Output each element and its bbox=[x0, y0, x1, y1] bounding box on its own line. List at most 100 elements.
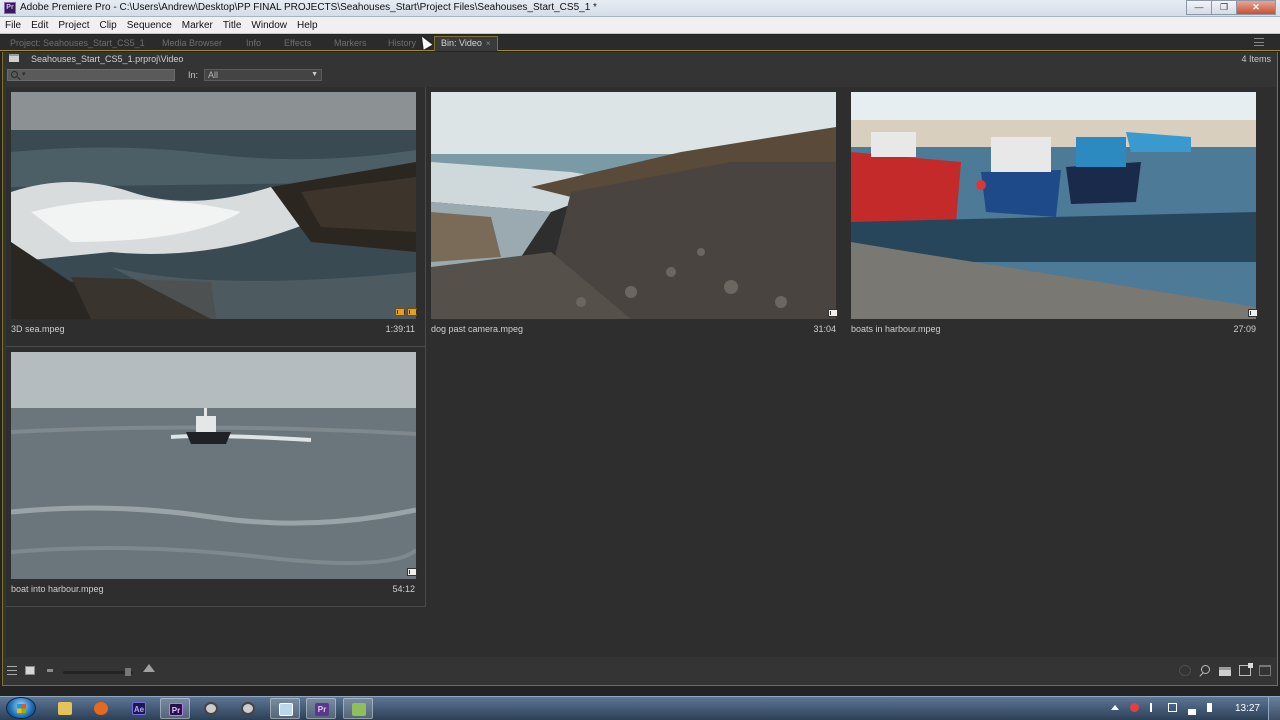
menu-help[interactable]: Help bbox=[292, 17, 323, 34]
menu-title[interactable]: Title bbox=[218, 17, 247, 34]
new-bin-icon[interactable] bbox=[1219, 667, 1231, 676]
menu-sequence[interactable]: Sequence bbox=[122, 17, 177, 34]
tab-media-browser[interactable]: Media Browser bbox=[162, 37, 222, 51]
bin-actions bbox=[1179, 663, 1271, 676]
taskbar-firefox[interactable] bbox=[86, 698, 116, 719]
tab-project[interactable]: Project: Seahouses_Start_CS5_1 bbox=[10, 37, 145, 51]
taskbar-clock[interactable]: 13:27 bbox=[1235, 703, 1260, 714]
in-label: In: bbox=[188, 70, 199, 80]
security-alert-icon[interactable] bbox=[1130, 703, 1139, 712]
menu-project[interactable]: Project bbox=[53, 17, 94, 34]
explorer-icon bbox=[58, 702, 72, 715]
show-hidden-icons-icon[interactable] bbox=[1111, 705, 1119, 710]
chevron-down-icon: ▼ bbox=[311, 71, 318, 78]
device-icon[interactable] bbox=[1168, 703, 1177, 712]
taskbar-window[interactable] bbox=[270, 698, 300, 719]
window-title-bar: Pr Adobe Premiere Pro - C:\Users\Andrew\… bbox=[0, 0, 1280, 17]
zoom-out-icon[interactable] bbox=[47, 669, 53, 672]
clip-duration: 1:39:11 bbox=[385, 324, 415, 334]
clip-thumbnail[interactable] bbox=[431, 92, 836, 319]
audio-clip-icon bbox=[395, 308, 405, 316]
zoom-in-icon[interactable] bbox=[143, 664, 155, 672]
taskbar-premiere-pro-2[interactable]: Pr bbox=[306, 698, 336, 719]
taskbar-chrome-1[interactable] bbox=[196, 698, 226, 719]
search-row: ▾ In: All ▼ bbox=[3, 68, 1277, 82]
search-dropdown-icon[interactable]: ▾ bbox=[22, 70, 26, 78]
automate-to-sequence-icon[interactable] bbox=[1179, 665, 1191, 676]
clip-tile[interactable]: dog past camera.mpeg 31:04 bbox=[426, 87, 846, 347]
clip-tile[interactable]: boat into harbour.mpeg 54:12 bbox=[6, 347, 426, 607]
volume-icon[interactable] bbox=[1207, 703, 1212, 712]
tab-bin-video[interactable]: Bin: Video × bbox=[434, 36, 498, 51]
action-center-flag-icon[interactable] bbox=[1150, 703, 1159, 712]
premiere-pro-icon: Pr bbox=[169, 703, 183, 716]
menu-file[interactable]: File bbox=[0, 17, 26, 34]
panel-tab-bar: Project: Seahouses_Start_CS5_1 Media Bro… bbox=[0, 35, 1280, 51]
after-effects-icon: Ae bbox=[132, 702, 146, 715]
bin-bottom-toolbar bbox=[3, 660, 1277, 684]
clip-grid: 3D sea.mpeg 1:39:11 dog past camera.mpeg… bbox=[6, 87, 1276, 657]
video-clip-icon bbox=[828, 309, 838, 317]
menu-marker[interactable]: Marker bbox=[177, 17, 218, 34]
chrome-icon-2 bbox=[241, 702, 255, 715]
menu-edit[interactable]: Edit bbox=[26, 17, 53, 34]
premiere-pro-icon-2: Pr bbox=[315, 703, 329, 716]
taskbar-toolbox[interactable] bbox=[343, 698, 373, 719]
taskbar-chrome-2[interactable] bbox=[233, 698, 263, 719]
chrome-icon-1 bbox=[204, 702, 218, 715]
search-input[interactable]: ▾ bbox=[7, 69, 175, 81]
tab-info[interactable]: Info bbox=[246, 37, 261, 51]
video-clip-icon bbox=[407, 308, 417, 316]
menu-window[interactable]: Window bbox=[246, 17, 292, 34]
in-filter-select[interactable]: All ▼ bbox=[204, 69, 322, 81]
tab-effects[interactable]: Effects bbox=[284, 37, 311, 51]
bin-path: Seahouses_Start_CS5_1.prproj\Video bbox=[31, 54, 184, 64]
trash-icon[interactable] bbox=[1259, 665, 1271, 676]
taskbar-premiere-pro[interactable]: Pr bbox=[160, 698, 190, 719]
network-icon[interactable] bbox=[1188, 709, 1196, 715]
list-view-icon[interactable] bbox=[7, 666, 17, 675]
video-clip-icon bbox=[407, 568, 417, 576]
bin-icon bbox=[9, 54, 19, 62]
toolbox-icon bbox=[352, 703, 366, 716]
bin-path-bar: Seahouses_Start_CS5_1.prproj\Video 4 Ite… bbox=[3, 52, 1277, 66]
tab-markers[interactable]: Markers bbox=[334, 37, 367, 51]
clip-tile[interactable]: 3D sea.mpeg 1:39:11 bbox=[6, 87, 426, 347]
minimize-button[interactable]: — bbox=[1186, 0, 1212, 15]
windows-taskbar: Ae Pr Pr 13:27 bbox=[0, 696, 1280, 720]
maximize-button[interactable]: ❐ bbox=[1211, 0, 1237, 15]
clip-duration: 27:09 bbox=[1233, 324, 1256, 334]
tab-history[interactable]: History bbox=[388, 37, 416, 51]
item-count: 4 Items bbox=[1241, 54, 1271, 64]
clip-tile[interactable]: boats in harbour.mpeg 27:09 bbox=[846, 87, 1266, 347]
clip-name: boats in harbour.mpeg bbox=[851, 324, 941, 334]
tab-bin-video-label: Bin: Video bbox=[441, 38, 482, 48]
in-filter-value: All bbox=[208, 70, 219, 80]
window-title: Adobe Premiere Pro - C:\Users\Andrew\Des… bbox=[20, 2, 597, 13]
find-icon[interactable] bbox=[1199, 665, 1211, 676]
new-item-icon[interactable] bbox=[1239, 663, 1253, 676]
window-icon bbox=[279, 703, 293, 716]
clip-name: boat into harbour.mpeg bbox=[11, 584, 104, 594]
clip-name: 3D sea.mpeg bbox=[11, 324, 65, 334]
show-desktop-button[interactable] bbox=[1268, 697, 1280, 720]
taskbar-after-effects[interactable]: Ae bbox=[124, 698, 154, 719]
menu-clip[interactable]: Clip bbox=[94, 17, 121, 34]
start-button[interactable] bbox=[6, 697, 36, 719]
bin-panel: Seahouses_Start_CS5_1.prproj\Video 4 Ite… bbox=[2, 52, 1278, 686]
tab-close-icon[interactable]: × bbox=[486, 39, 491, 48]
close-button[interactable]: ✕ bbox=[1236, 0, 1276, 15]
thumbnail-zoom-slider[interactable] bbox=[63, 671, 133, 674]
firefox-icon bbox=[94, 702, 108, 715]
clip-thumbnail[interactable] bbox=[11, 352, 416, 579]
menu-bar: File Edit Project Clip Sequence Marker T… bbox=[0, 17, 1280, 34]
clip-thumbnail[interactable] bbox=[851, 92, 1256, 319]
clip-duration: 54:12 bbox=[392, 584, 415, 594]
clip-thumbnail[interactable] bbox=[11, 92, 416, 319]
video-clip-icon bbox=[1248, 309, 1258, 317]
search-icon bbox=[11, 71, 18, 78]
taskbar-explorer[interactable] bbox=[50, 698, 80, 719]
zoom-slider-handle[interactable] bbox=[125, 668, 131, 676]
panel-menu-icon[interactable] bbox=[1254, 38, 1264, 46]
icon-view-icon[interactable] bbox=[25, 666, 35, 675]
